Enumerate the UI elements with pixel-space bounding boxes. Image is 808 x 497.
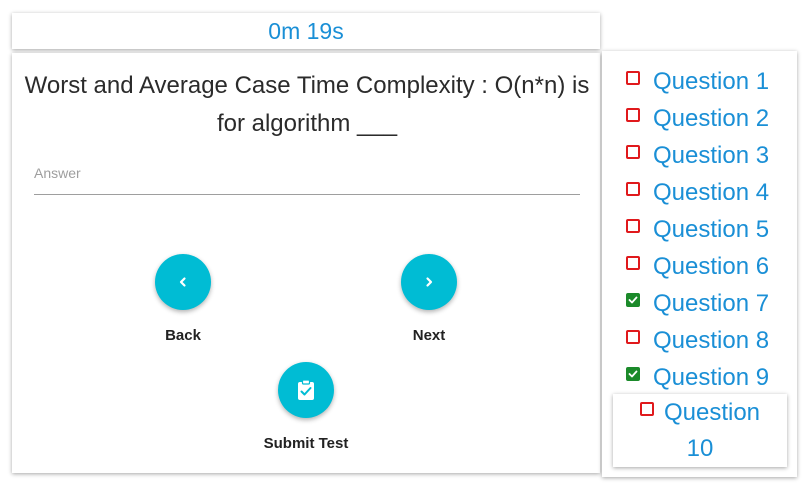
question-nav-label: Question 9: [653, 363, 770, 391]
chevron-right-icon: [426, 277, 433, 287]
question-nav-label: Question 3: [653, 141, 770, 169]
next-button-group: Next: [369, 254, 489, 344]
question-nav-item-7[interactable]: Question 7: [626, 285, 769, 322]
checkbox-unchecked-icon[interactable]: [626, 70, 640, 85]
question-nav-item-10-row: Question: [613, 399, 787, 427]
clipboard-check-icon: [298, 379, 314, 400]
answer-input[interactable]: [34, 159, 580, 195]
timer-bar: 0m 19s: [12, 13, 600, 49]
question-nav-item-5[interactable]: Question 5: [626, 211, 769, 248]
checkbox-checked-icon[interactable]: [626, 366, 640, 381]
chevron-left-icon: [179, 277, 186, 287]
next-label: Next: [412, 327, 446, 344]
back-label: Back: [165, 327, 201, 344]
checkbox-unchecked-icon[interactable]: [626, 218, 640, 233]
question-nav-item-3[interactable]: Question 3: [626, 137, 769, 174]
checkbox-unchecked-icon[interactable]: [626, 107, 640, 122]
question-nav-label: Question 8: [653, 326, 770, 354]
question-nav-item-6[interactable]: Question 6: [626, 248, 769, 285]
submit-button-group: Submit Test: [246, 362, 366, 452]
answer-field: [34, 159, 580, 195]
checkmark-icon: [628, 296, 638, 303]
question-nav-item-10[interactable]: Question 10: [613, 394, 787, 467]
checkbox-unchecked-icon[interactable]: [626, 329, 640, 344]
question-nav-item-2[interactable]: Question 2: [626, 100, 769, 137]
checkmark-icon: [628, 370, 638, 377]
question-nav-label: Question 2: [653, 104, 770, 132]
question-nav-label-number: 10: [686, 435, 714, 462]
checkbox-unchecked-icon[interactable]: [626, 255, 640, 270]
question-text: Worst and Average Case Time Complexity :…: [24, 72, 590, 137]
checkbox-unchecked-icon[interactable]: [639, 402, 654, 416]
question-nav-item-8[interactable]: Question 8: [626, 322, 769, 359]
question-nav-label: Question 7: [653, 289, 770, 317]
checkbox-unchecked-icon[interactable]: [626, 144, 640, 159]
question-nav-item-9[interactable]: Question 9: [626, 359, 769, 396]
question-nav-label: Question 6: [653, 252, 770, 280]
question-nav-label: Question: [663, 399, 761, 426]
submit-test-label: Submit Test: [263, 435, 349, 452]
question-panel: Worst and Average Case Time Complexity :…: [12, 53, 600, 473]
question-nav-label: Question 4: [653, 178, 770, 206]
submit-test-button[interactable]: [278, 362, 334, 418]
question-nav-item-1[interactable]: Question 1: [626, 63, 769, 100]
question-nav-label: Question 1: [653, 67, 770, 95]
checkbox-checked-icon[interactable]: [626, 292, 640, 307]
question-nav-label: Question 5: [653, 215, 770, 243]
back-button-group: Back: [123, 254, 243, 344]
question-nav-item-4[interactable]: Question 4: [626, 174, 769, 211]
back-button[interactable]: [155, 254, 211, 310]
timer-text: 0m 19s: [268, 17, 344, 44]
checkbox-unchecked-icon[interactable]: [626, 181, 640, 196]
next-button[interactable]: [401, 254, 457, 310]
